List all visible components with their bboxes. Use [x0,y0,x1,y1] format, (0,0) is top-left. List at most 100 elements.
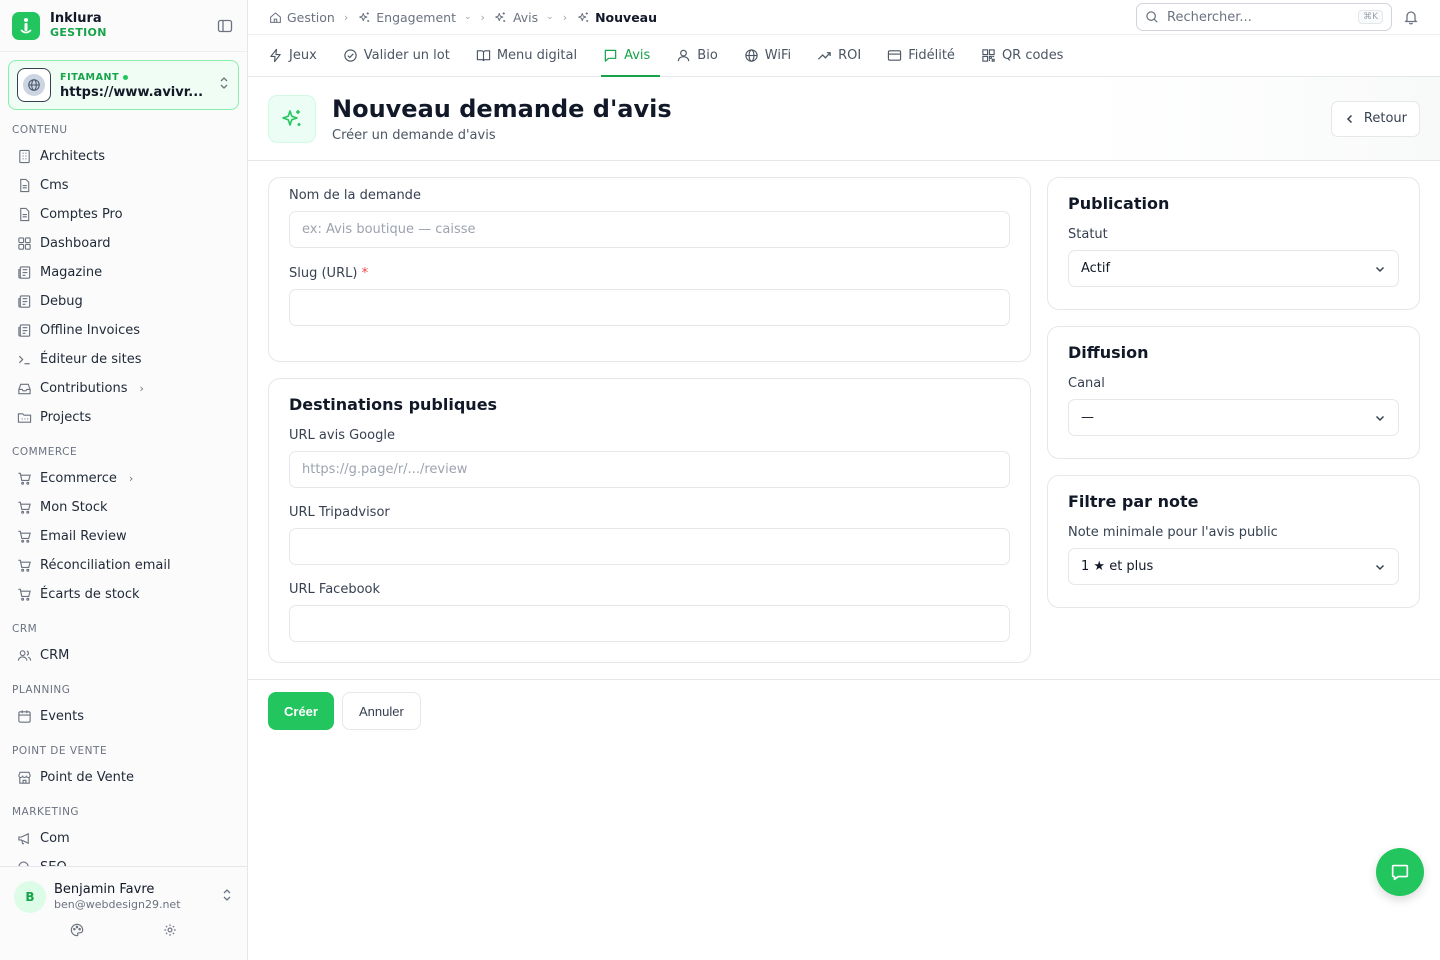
facebook-url-input[interactable] [289,605,1010,642]
gear-icon[interactable] [163,923,177,941]
sidebar-item--carts-de-stock[interactable]: Écarts de stock [0,580,247,609]
chevron-left-icon [1346,114,1352,123]
cart-icon [16,558,32,574]
sidebar-item-label: Ecommerce [40,471,117,486]
sidebar-item--diteur-de-sites[interactable]: Éditeur de sites [0,345,247,374]
sidebar-item-label: Éditeur de sites [40,352,142,367]
sidebar-item-events[interactable]: Events [0,702,247,731]
sidebar-item-dashboard[interactable]: Dashboard [0,229,247,258]
create-button[interactable]: Créer [268,692,334,730]
sparkles-icon [576,10,590,24]
canal-value: — [1081,410,1094,425]
sidebar-item-seo[interactable]: SEO [0,853,247,866]
site-url: https://www.avivr... [60,85,204,100]
back-button[interactable]: Retour [1330,100,1420,137]
rating-filter-title: Filtre par note [1068,492,1199,511]
chevron-down-icon[interactable]: ⌄ [546,12,554,22]
tab-wifi[interactable]: WiFi [744,35,791,76]
store-icon [16,770,32,786]
breadcrumb-item[interactable]: Engagement ⌄ [357,10,472,25]
chevron-down-icon [1375,564,1385,570]
sidebar-item-contributions[interactable]: Contributions › [0,374,247,403]
qr-icon [981,48,996,63]
file-icon [16,178,32,194]
page-header: Nouveau demande d'avis Créer un demande … [248,77,1440,161]
site-switcher[interactable]: FITAMANT https://www.avivr... [8,60,239,110]
sidebar-item-email-review[interactable]: Email Review [0,522,247,551]
slug-input[interactable] [289,289,1010,326]
rating-filter-card: Filtre par note Note minimale pour l'avi… [1047,475,1420,608]
chevron-right-icon: › [480,10,485,24]
brand-subtitle: GESTION [50,25,107,39]
globe-icon [744,48,759,63]
sidebar-item-architects[interactable]: Architects [0,142,247,171]
sidebar-item-offline-invoices[interactable]: Offline Invoices [0,316,247,345]
sidebar-item-comptes-pro[interactable]: Comptes Pro [0,200,247,229]
tripadvisor-url-input[interactable] [289,528,1010,565]
min-rating-select[interactable]: 1 ★ et plus [1068,548,1399,585]
page-subtitle: Créer un demande d'avis [332,128,496,143]
tab-bio[interactable]: Bio [676,35,718,76]
sidebar-item-r-conciliation-email[interactable]: Réconciliation email [0,551,247,580]
sidebar-item-com[interactable]: Com [0,824,247,853]
sidebar-toggle-icon[interactable] [215,16,235,36]
name-input[interactable]: ex: Avis boutique — caisse [289,211,1010,248]
tab-label: Valider un lot [363,48,450,63]
sidebar-item-crm[interactable]: CRM [0,641,247,670]
book-icon [476,48,491,63]
message-icon [603,48,618,63]
user-icon [676,48,691,63]
brand-logo-icon[interactable] [12,11,40,40]
sidebar-item-point-de-vente[interactable]: Point de Vente [0,763,247,792]
chevron-down-icon[interactable]: ⌄ [464,12,472,22]
tab-qr-codes[interactable]: QR codes [981,35,1064,76]
tab-menu-digital[interactable]: Menu digital [476,35,577,76]
folder-icon [16,410,32,426]
tab-label: QR codes [1001,48,1064,63]
diffusion-title: Diffusion [1068,343,1149,362]
sidebar-item-mon-stock[interactable]: Mon Stock [0,493,247,522]
sidebar-item-label: Réconciliation email [40,558,171,573]
brand-header: Inklura GESTION [0,0,247,52]
tab-fid-lit-[interactable]: Fidélité [887,35,955,76]
slug-label: Slug (URL) [289,266,358,281]
sidebar-item-label: Comptes Pro [40,207,123,222]
general-card: Nom de la demande ex: Avis boutique — ca… [268,177,1031,362]
tab-jeux[interactable]: Jeux [268,35,317,76]
terminal-icon [16,352,32,368]
page-title: Nouveau demande d'avis [332,95,672,123]
newspaper-icon [16,265,32,281]
sidebar-item-magazine[interactable]: Magazine [0,258,247,287]
sidebar-item-label: Contributions [40,381,128,396]
google-url-placeholder: https://g.page/r/.../review [302,462,468,477]
sidebar: Inklura GESTION FITAMANT https://www.avi… [0,0,248,960]
chevron-down-icon [1375,415,1385,421]
cancel-button[interactable]: Annuler [341,692,421,730]
breadcrumb-item[interactable]: Gestion [268,10,335,25]
min-rating-value: 1 ★ et plus [1081,559,1154,574]
sidebar-item-debug[interactable]: Debug [0,287,247,316]
tab-avis[interactable]: Avis [601,35,661,77]
site-label: FITAMANT [60,72,120,83]
search-icon [1146,11,1158,23]
tab-valider-un-lot[interactable]: Valider un lot [343,35,450,76]
sidebar-item-label: Debug [40,294,83,309]
sidebar-item-label: Écarts de stock [40,587,140,602]
sidebar-item-cms[interactable]: Cms [0,171,247,200]
breadcrumb-item[interactable]: Avis ⌄ [494,10,554,25]
tab-roi[interactable]: ROI [817,35,861,76]
chat-icon [1391,864,1409,881]
canal-select[interactable]: — [1068,399,1399,436]
search-input[interactable]: Rechercher... ⌘K [1136,3,1392,31]
sidebar-item-projects[interactable]: Projects [0,403,247,432]
google-url-input[interactable]: https://g.page/r/.../review [289,451,1010,488]
status-select[interactable]: Actif [1068,250,1399,287]
sidebar-item-label: Events [40,709,85,724]
palette-icon[interactable] [70,923,84,941]
sidebar-item-ecommerce[interactable]: Ecommerce › [0,464,247,493]
bell-icon[interactable] [1402,8,1420,26]
google-url-label: URL avis Google [289,428,395,443]
chat-button[interactable] [1376,848,1424,896]
user-menu[interactable]: B Benjamin Favre ben@webdesign29.net [0,867,247,913]
nav-section-title: POINT DE VENTE [12,745,108,757]
